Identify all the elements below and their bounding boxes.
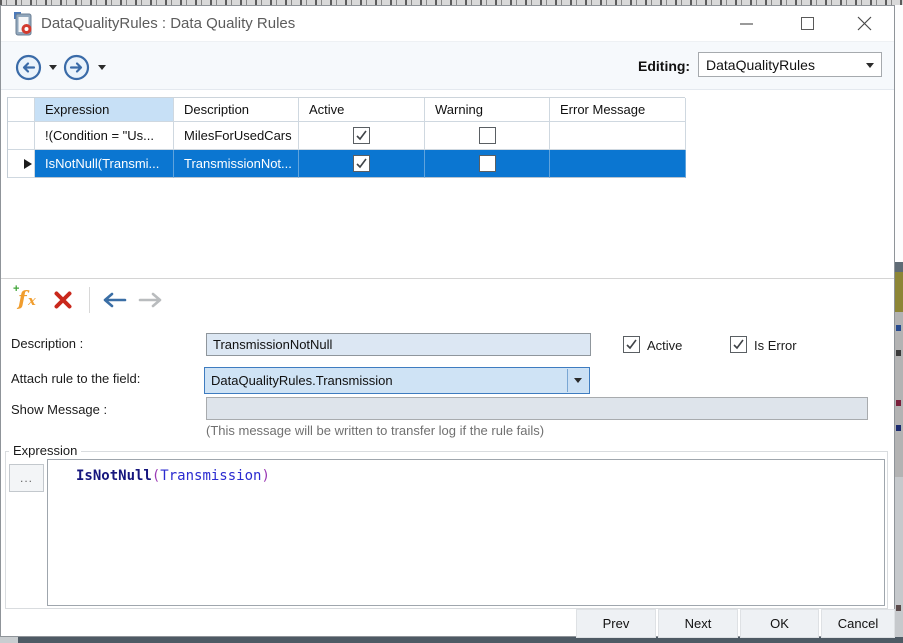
background-fragment	[895, 477, 903, 637]
warning-checkbox[interactable]	[479, 127, 496, 144]
maximize-button[interactable]	[801, 17, 814, 30]
cell-active[interactable]	[299, 122, 425, 150]
column-header-description[interactable]: Description	[174, 98, 299, 122]
column-header-warning[interactable]: Warning	[425, 98, 550, 122]
navigation-toolbar: Editing: DataQualityRules	[1, 41, 894, 90]
current-row-arrow-icon	[24, 159, 32, 169]
dropdown-arrow-button[interactable]	[567, 369, 588, 392]
attach-field-dropdown[interactable]: DataQualityRules.Transmission	[204, 367, 590, 394]
chevron-down-icon	[574, 378, 582, 383]
cell-error-message[interactable]	[550, 122, 686, 150]
column-header-active[interactable]: Active	[299, 98, 425, 122]
data-quality-rules-dialog: DataQualityRules : Data Quality Rules Ed…	[0, 5, 895, 637]
back-dropdown-caret-icon[interactable]	[49, 65, 57, 70]
chevron-down-icon	[866, 63, 874, 68]
panel-divider	[1, 278, 894, 279]
app-icon	[13, 12, 33, 36]
cell-active[interactable]	[299, 150, 425, 178]
forward-button[interactable]	[63, 54, 90, 81]
column-header-error-message[interactable]: Error Message	[550, 98, 686, 122]
rules-grid: Expression Description Active Warning Er…	[7, 97, 685, 178]
background-fragment	[895, 312, 903, 477]
grid-corner	[8, 98, 35, 122]
show-message-input[interactable]	[206, 397, 868, 420]
cell-description[interactable]: TransmissionNot...	[174, 150, 299, 178]
is-error-checkbox[interactable]	[730, 336, 747, 353]
back-button[interactable]	[15, 54, 42, 81]
fx-icon: f	[18, 286, 27, 310]
row-selector-current[interactable]	[8, 150, 35, 178]
active-checkbox[interactable]	[353, 155, 370, 172]
cell-description[interactable]: MilesForUsedCars	[174, 122, 299, 150]
description-input[interactable]: TransmissionNotNull	[206, 333, 591, 356]
next-rule-button[interactable]	[138, 292, 164, 308]
show-message-hint: (This message will be written to transfe…	[206, 423, 544, 438]
titlebar: DataQualityRules : Data Quality Rules	[1, 6, 894, 41]
forward-dropdown-caret-icon[interactable]	[98, 65, 106, 70]
show-message-label: Show Message :	[11, 402, 107, 417]
editing-label: Editing:	[638, 58, 690, 74]
delete-rule-button[interactable]	[53, 290, 73, 310]
background-fragment	[896, 350, 901, 356]
editing-dropdown-value: DataQualityRules	[706, 57, 815, 73]
minimize-button[interactable]	[740, 23, 753, 25]
previous-rule-button[interactable]	[101, 292, 127, 308]
warning-checkbox[interactable]	[479, 155, 496, 172]
add-rule-button[interactable]: + f x	[13, 286, 43, 313]
background-fragment	[896, 325, 901, 331]
expression-builder-button[interactable]: ...	[9, 464, 44, 492]
close-button[interactable]	[857, 16, 872, 31]
expression-editor[interactable]: IsNotNull(Transmission)	[47, 459, 885, 606]
attach-field-value: DataQualityRules.Transmission	[211, 373, 393, 388]
next-button[interactable]: Next	[658, 609, 738, 638]
column-header-expression[interactable]: Expression	[35, 98, 174, 122]
background-fragment	[896, 400, 901, 406]
code-function: IsNotNull	[76, 468, 152, 484]
active-checkbox[interactable]	[353, 127, 370, 144]
cell-expression[interactable]: !(Condition = "Us...	[35, 122, 174, 150]
row-selector[interactable]	[8, 122, 35, 150]
active-checkbox[interactable]	[623, 336, 640, 353]
code-identifier: Transmission	[160, 468, 261, 484]
is-error-checkbox-label: Is Error	[754, 338, 797, 353]
active-checkbox-label: Active	[647, 338, 682, 353]
cancel-button[interactable]: Cancel	[821, 609, 895, 638]
cell-warning[interactable]	[425, 150, 550, 178]
editing-dropdown[interactable]: DataQualityRules	[698, 52, 882, 77]
description-label: Description :	[11, 336, 83, 351]
cell-warning[interactable]	[425, 122, 550, 150]
background-window-right-edge	[895, 5, 903, 637]
cell-expression[interactable]: IsNotNull(Transmi...	[35, 150, 174, 178]
background-fragment	[895, 272, 903, 312]
attach-field-label: Attach rule to the field:	[11, 371, 140, 386]
expression-group-label: Expression	[9, 443, 81, 458]
ok-button[interactable]: OK	[740, 609, 819, 638]
background-fragment	[896, 425, 901, 431]
cell-error-message[interactable]	[550, 150, 686, 178]
background-fragment	[896, 605, 901, 611]
background-fragment	[895, 262, 903, 272]
toolbar-separator	[89, 287, 90, 313]
code-close-paren: )	[261, 468, 269, 484]
window-title: DataQualityRules : Data Quality Rules	[41, 15, 295, 32]
prev-button[interactable]: Prev	[576, 609, 656, 638]
